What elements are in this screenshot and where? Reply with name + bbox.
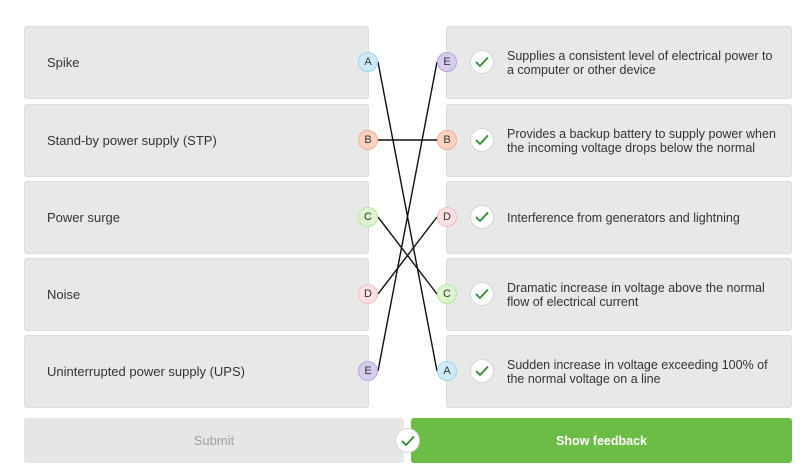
submit-button[interactable]: Submit [24, 418, 404, 463]
right-badge-a[interactable]: A [437, 361, 457, 381]
right-item-interference[interactable]: Interference from generators and lightni… [446, 181, 792, 254]
right-item-sudden-increase[interactable]: Sudden increase in voltage exceeding 100… [446, 335, 792, 408]
show-feedback-button[interactable]: Show feedback [411, 418, 792, 463]
right-badge-d[interactable]: D [437, 207, 457, 227]
left-item-stp[interactable]: Stand-by power supply (STP) [24, 104, 369, 177]
left-item-noise[interactable]: Noise [24, 258, 369, 331]
right-badge-b[interactable]: B [437, 130, 457, 150]
right-item-text: Interference from generators and lightni… [507, 210, 740, 225]
left-badge-b[interactable]: B [358, 130, 378, 150]
left-badge-c[interactable]: C [358, 207, 378, 227]
connector-line-e [377, 61, 438, 372]
left-badge-d[interactable]: D [358, 284, 378, 304]
left-badge-e[interactable]: E [358, 361, 378, 381]
left-item-power-surge[interactable]: Power surge [24, 181, 369, 254]
check-icon [395, 428, 420, 453]
right-item-dramatic-increase[interactable]: Dramatic increase in voltage above the n… [446, 258, 792, 331]
left-item-label: Power surge [47, 210, 120, 225]
check-icon [470, 128, 494, 152]
left-item-label: Noise [47, 287, 81, 302]
right-badge-c[interactable]: C [437, 284, 457, 304]
connector-line-d [377, 216, 438, 295]
right-item-consistent-power[interactable]: Supplies a consistent level of electrica… [446, 26, 792, 99]
connector-line-c [377, 216, 438, 295]
right-item-text: Supplies a consistent level of electrica… [507, 48, 773, 77]
left-item-label: Spike [47, 55, 80, 70]
check-icon [470, 50, 494, 74]
right-item-text: Sudden increase in voltage exceeding 100… [507, 357, 768, 386]
right-item-text: Dramatic increase in voltage above the n… [507, 280, 765, 309]
left-item-spike[interactable]: Spike [24, 26, 369, 99]
right-badge-e[interactable]: E [437, 52, 457, 72]
right-item-text: Provides a backup battery to supply powe… [507, 126, 776, 155]
right-item-backup-battery[interactable]: Provides a backup battery to supply powe… [446, 104, 792, 177]
connector-line-a [377, 61, 438, 372]
check-icon [470, 282, 494, 306]
left-item-label: Uninterrupted power supply (UPS) [47, 364, 245, 379]
left-item-label: Stand-by power supply (STP) [47, 133, 217, 148]
check-icon [470, 205, 494, 229]
check-icon [470, 359, 494, 383]
left-item-ups[interactable]: Uninterrupted power supply (UPS) [24, 335, 369, 408]
left-badge-a[interactable]: A [358, 52, 378, 72]
